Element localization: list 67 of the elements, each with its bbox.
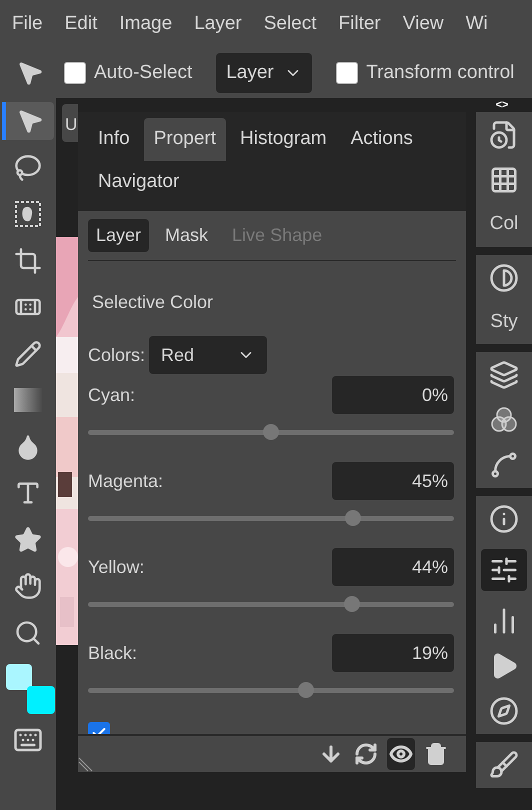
slider-thumb[interactable] (344, 596, 360, 612)
panel-tab[interactable]: Actions (340, 118, 423, 160)
slider-track[interactable] (88, 510, 454, 526)
colors-dropdown[interactable]: Red (149, 336, 268, 374)
resize-grip-icon[interactable] (78, 756, 94, 772)
crop-icon (14, 246, 42, 274)
menu-item[interactable]: Edit (64, 10, 98, 38)
sub-tab[interactable]: Mask (157, 219, 216, 252)
slider-track[interactable] (88, 596, 454, 612)
value-field[interactable]: 0% (332, 376, 454, 414)
document-tab[interactable]: U (62, 104, 78, 142)
slider-track[interactable] (88, 424, 454, 440)
sub-tab[interactable]: Layer (88, 219, 150, 252)
info-icon[interactable] (489, 504, 519, 534)
panel-tab[interactable]: Histogram (230, 118, 337, 160)
panel-label[interactable]: Sty (490, 308, 518, 336)
menu-item[interactable]: File (12, 10, 43, 38)
menu-item[interactable]: Filter (338, 10, 381, 38)
panel-tab[interactable]: Info (88, 118, 140, 160)
value-field[interactable]: 44% (332, 548, 454, 586)
refresh-icon (354, 742, 378, 766)
sliders-button[interactable] (481, 549, 527, 591)
slider-label: Magenta: (88, 470, 164, 493)
half-circle-icon[interactable] (489, 262, 519, 292)
menu-item[interactable]: Layer (194, 10, 242, 38)
sliders-icon (489, 555, 519, 585)
menu-item[interactable]: View (402, 10, 444, 38)
tool-button[interactable] (2, 102, 54, 140)
search-icon (14, 618, 42, 646)
slider-thumb[interactable] (263, 424, 279, 440)
curve-icon[interactable] (489, 450, 519, 480)
slider-label: Cyan: (88, 384, 136, 407)
slider-label: Black: (88, 642, 138, 664)
pencil-icon (14, 340, 42, 368)
checkbox[interactable] (336, 62, 358, 84)
value-field[interactable]: 45% (332, 462, 454, 500)
slider-track[interactable] (88, 682, 454, 698)
swatches-icon[interactable] (489, 165, 519, 195)
colors-label: Colors: (88, 344, 146, 366)
gradient-icon (14, 388, 42, 412)
slider-thumb[interactable] (345, 510, 362, 526)
panel-label[interactable]: Col (490, 210, 518, 238)
quick-select-icon (14, 200, 42, 228)
visibility-button[interactable] (387, 738, 415, 770)
compass-icon[interactable] (489, 696, 519, 726)
slider-label: Yellow: (88, 556, 144, 578)
checkbox-label[interactable]: Auto-Select (94, 58, 192, 88)
slider-thumb[interactable] (298, 682, 314, 698)
menu-item[interactable]: Image (119, 10, 172, 38)
lasso-icon (14, 154, 42, 182)
menu-item[interactable]: Select (264, 10, 317, 38)
checkbox-label[interactable]: Transform control (366, 58, 514, 88)
background-swatch[interactable] (27, 686, 55, 714)
layers-icon[interactable] (489, 360, 519, 390)
checkbox[interactable] (64, 62, 86, 84)
panel-tab[interactable]: Navigator (88, 160, 190, 203)
layer-dropdown[interactable]: Layer (216, 53, 312, 93)
star-icon (14, 526, 42, 554)
value-field[interactable]: 19% (332, 634, 454, 672)
trash-icon (424, 742, 448, 766)
dock-toggle[interactable]: <> (472, 98, 532, 112)
panel-tab[interactable]: Propert (144, 118, 226, 160)
hand-icon (14, 572, 42, 600)
menu-item[interactable]: Wi (466, 10, 488, 38)
adjustment-title: Selective Color (92, 291, 214, 314)
brush-icon[interactable] (489, 750, 519, 780)
foreground-swatch[interactable] (6, 664, 32, 690)
